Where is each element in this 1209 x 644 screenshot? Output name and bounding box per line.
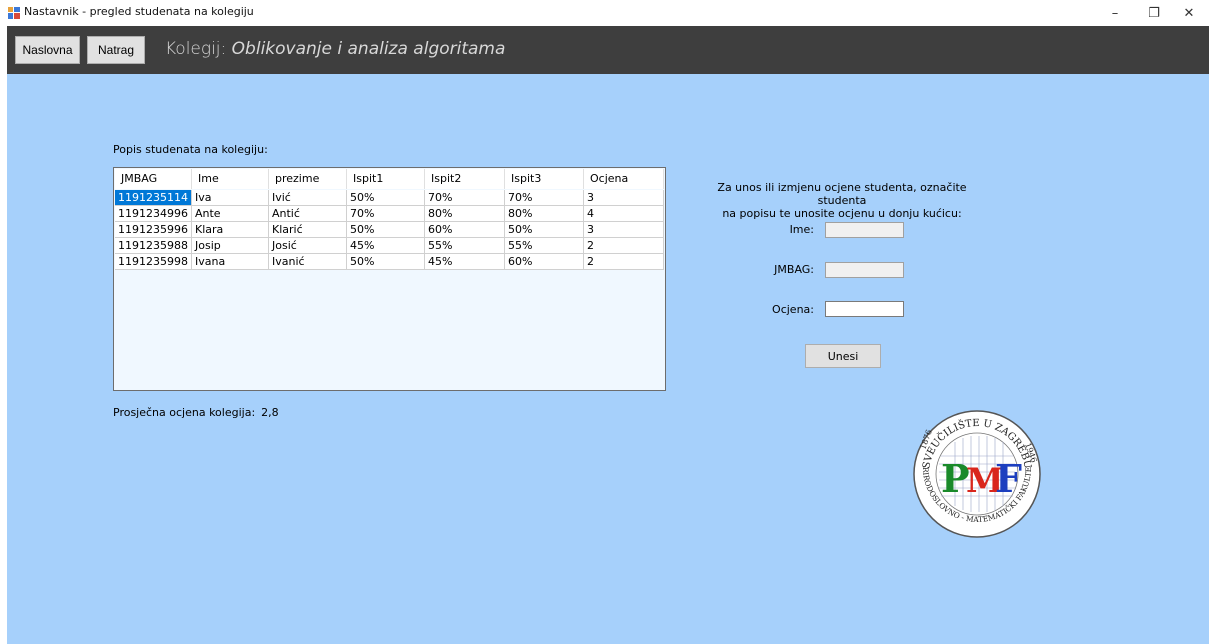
cell-ispit3[interactable]: 55% xyxy=(505,238,584,254)
cell-ispit2[interactable]: 45% xyxy=(425,254,505,270)
cell-ispit3[interactable]: 50% xyxy=(505,222,584,238)
cell-ime[interactable]: Ivana xyxy=(192,254,269,270)
cell-prezime[interactable]: Klarić xyxy=(269,222,347,238)
cell-ime[interactable]: Klara xyxy=(192,222,269,238)
app-icon xyxy=(8,7,20,19)
jmbag-field[interactable] xyxy=(825,262,904,278)
average-grade: Prosječna ocjena kolegija: 2,8 xyxy=(113,406,279,419)
cell-ispit1[interactable]: 70% xyxy=(347,206,425,222)
cell-ime[interactable]: Josip xyxy=(192,238,269,254)
cell-ispit3[interactable]: 80% xyxy=(505,206,584,222)
table-row[interactable]: 1191235996 Klara Klarić 50% 60% 50% 3 xyxy=(115,222,664,238)
cell-ispit2[interactable]: 80% xyxy=(425,206,505,222)
cell-ispit3[interactable]: 70% xyxy=(505,190,584,206)
window-title: Nastavnik - pregled studenata na kolegij… xyxy=(24,5,254,18)
col-header-ispit1[interactable]: Ispit1 xyxy=(347,169,425,189)
cell-ispit3[interactable]: 60% xyxy=(505,254,584,270)
header-bar: Naslovna Natrag Kolegij: Oblikovanje i a… xyxy=(7,26,1209,74)
table-row[interactable]: 1191235998 Ivana Ivanić 50% 45% 60% 2 xyxy=(115,254,664,270)
cell-ocjena[interactable]: 2 xyxy=(584,238,664,254)
form-instructions: Za unos ili izmjenu ocjene studenta, ozn… xyxy=(697,181,987,220)
cell-ocjena[interactable]: 3 xyxy=(584,222,664,238)
cell-ispit1[interactable]: 50% xyxy=(347,254,425,270)
cell-ocjena[interactable]: 3 xyxy=(584,190,664,206)
logo-letter-f: F xyxy=(995,456,1022,501)
close-button[interactable]: ✕ xyxy=(1170,0,1208,26)
title-prefix: Kolegij: xyxy=(165,39,227,59)
cell-ispit1[interactable]: 50% xyxy=(347,190,425,206)
cell-ispit1[interactable]: 50% xyxy=(347,222,425,238)
minimize-button[interactable]: – xyxy=(1096,0,1134,26)
instruction-line-2: na popisu te unosite ocjenu u donju kući… xyxy=(722,207,962,220)
student-list-label: Popis studenata na kolegiju: xyxy=(113,143,268,156)
ime-field[interactable] xyxy=(825,222,904,238)
table-row[interactable]: 1191235114 Iva Ivić 50% 70% 70% 3 xyxy=(115,190,664,206)
cell-ispit2[interactable]: 70% xyxy=(425,190,505,206)
cell-ocjena[interactable]: 4 xyxy=(584,206,664,222)
pmf-logo: SVEUČILIŠTE U ZAGREBU PRIRODOSLOVNO - MA… xyxy=(911,408,1041,538)
cell-ime[interactable]: Ante xyxy=(192,206,269,222)
cell-prezime[interactable]: Antić xyxy=(269,206,347,222)
col-header-ispit2[interactable]: Ispit2 xyxy=(425,169,505,189)
ocjena-field[interactable] xyxy=(825,301,904,317)
cell-ime[interactable]: Iva xyxy=(192,190,269,206)
maximize-icon: ❐ xyxy=(1148,5,1160,21)
app-client-area: Naslovna Natrag Kolegij: Oblikovanje i a… xyxy=(7,26,1209,644)
student-grid[interactable]: JMBAG Ime prezime Ispit1 Ispit2 Ispit3 O… xyxy=(113,167,666,391)
col-header-ocjena[interactable]: Ocjena xyxy=(584,169,664,189)
course-name: Oblikovanje i analiza algoritama xyxy=(231,39,506,59)
maximize-button[interactable]: ❐ xyxy=(1135,0,1173,26)
col-header-ime[interactable]: Ime xyxy=(192,169,269,189)
cell-ispit2[interactable]: 55% xyxy=(425,238,505,254)
cell-prezime[interactable]: Josić xyxy=(269,238,347,254)
table-row[interactable]: 1191234996 Ante Antić 70% 80% 80% 4 xyxy=(115,206,664,222)
cell-prezime[interactable]: Ivanić xyxy=(269,254,347,270)
home-button[interactable]: Naslovna xyxy=(15,36,80,64)
cell-jmbag[interactable]: 1191235114 xyxy=(115,190,192,206)
window-titlebar: Nastavnik - pregled studenata na kolegij… xyxy=(0,0,1209,26)
ime-label: Ime: xyxy=(789,223,814,236)
grid-header-row: JMBAG Ime prezime Ispit1 Ispit2 Ispit3 O… xyxy=(115,169,664,189)
back-button[interactable]: Natrag xyxy=(87,36,145,64)
average-grade-value: 2,8 xyxy=(261,406,279,419)
cell-ispit1[interactable]: 45% xyxy=(347,238,425,254)
page-title: Kolegij: Oblikovanje i analiza algoritam… xyxy=(165,39,505,59)
jmbag-label: JMBAG: xyxy=(774,263,814,276)
instruction-line-1: Za unos ili izmjenu ocjene studenta, ozn… xyxy=(717,181,967,207)
cell-jmbag[interactable]: 1191234996 xyxy=(115,206,192,222)
cell-ocjena[interactable]: 2 xyxy=(584,254,664,270)
ocjena-label: Ocjena: xyxy=(772,303,814,316)
cell-ispit2[interactable]: 60% xyxy=(425,222,505,238)
col-header-prezime[interactable]: prezime xyxy=(269,169,347,189)
cell-prezime[interactable]: Ivić xyxy=(269,190,347,206)
cell-jmbag[interactable]: 1191235996 xyxy=(115,222,192,238)
table-row[interactable]: 1191235988 Josip Josić 45% 55% 55% 2 xyxy=(115,238,664,254)
col-header-jmbag[interactable]: JMBAG xyxy=(115,169,192,189)
close-icon: ✕ xyxy=(1183,5,1195,21)
cell-jmbag[interactable]: 1191235998 xyxy=(115,254,192,270)
minimize-icon: – xyxy=(1111,5,1119,21)
submit-button[interactable]: Unesi xyxy=(805,344,881,368)
average-grade-label: Prosječna ocjena kolegija: xyxy=(113,406,256,419)
col-header-ispit3[interactable]: Ispit3 xyxy=(505,169,584,189)
cell-jmbag[interactable]: 1191235988 xyxy=(115,238,192,254)
